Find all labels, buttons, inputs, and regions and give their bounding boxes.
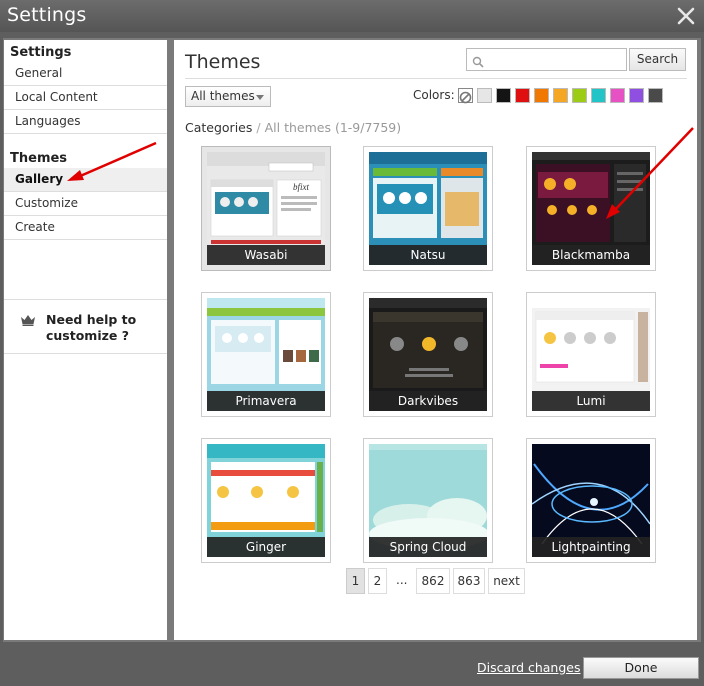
color-swatch[interactable] (534, 88, 549, 103)
breadcrumb-separator: / (256, 120, 261, 135)
color-swatch[interactable] (591, 88, 606, 103)
theme-name: Natsu (369, 245, 487, 265)
theme-name: Primavera (207, 391, 325, 411)
color-swatch[interactable] (477, 88, 492, 103)
sidebar-spacer (4, 240, 167, 300)
color-swatch[interactable] (610, 88, 625, 103)
sidebar: Settings General Local Content Languages… (4, 40, 167, 640)
color-swatch[interactable] (648, 88, 663, 103)
no-color-swatch[interactable] (458, 88, 473, 104)
theme-card-lightpainting[interactable]: Lightpainting (526, 438, 656, 563)
color-swatch[interactable] (553, 88, 568, 103)
sidebar-item-local-content[interactable]: Local Content (4, 86, 167, 110)
theme-card-blackmamba[interactable]: Blackmamba (526, 146, 656, 271)
theme-card-darkvibes[interactable]: Darkvibes (363, 292, 493, 417)
theme-name: Wasabi (207, 245, 325, 265)
theme-filter-value: All themes (191, 89, 255, 103)
crown-icon (20, 314, 36, 329)
theme-name: Spring Cloud (369, 537, 487, 557)
theme-card-lumi[interactable]: Lumi (526, 292, 656, 417)
color-swatch[interactable] (496, 88, 511, 103)
no-color-icon (459, 91, 472, 104)
theme-name: Lumi (532, 391, 650, 411)
sidebar-item-languages[interactable]: Languages (4, 110, 167, 134)
theme-name: Lightpainting (532, 537, 650, 557)
theme-card-spring-cloud[interactable]: Spring Cloud (363, 438, 493, 563)
breadcrumb-categories[interactable]: Categories (185, 120, 252, 135)
color-swatch[interactable] (629, 88, 644, 103)
search-input[interactable] (487, 51, 623, 68)
page-title: Themes (185, 51, 261, 73)
theme-name: Darkvibes (369, 391, 487, 411)
theme-name: Blackmamba (532, 245, 650, 265)
sidebar-heading-settings: Settings (10, 45, 72, 60)
done-button[interactable]: Done (583, 657, 699, 679)
pagination-ellipsis: ... (396, 573, 408, 587)
color-swatch[interactable] (572, 88, 587, 103)
colors-label: Colors: (413, 88, 455, 102)
breadcrumb: Categories / All themes (1-9/7759) (185, 120, 401, 135)
svg-text:bfixt: bfixt (293, 182, 309, 192)
search-field[interactable] (466, 48, 627, 71)
theme-name: Ginger (207, 537, 325, 557)
page-862-button[interactable]: 862 (416, 568, 450, 594)
next-page-button[interactable]: next (488, 568, 525, 594)
title-bar: Settings (0, 0, 704, 32)
breadcrumb-current: All themes (1-9/7759) (264, 120, 402, 135)
sidebar-item-customize[interactable]: Customize (4, 192, 167, 216)
theme-card-natsu[interactable]: Natsu (363, 146, 493, 271)
chevron-down-icon (256, 95, 264, 100)
header-divider (185, 78, 687, 79)
help-link[interactable]: Need help to customize ? (4, 300, 167, 354)
theme-card-wasabi[interactable]: bfixt Wasabi (201, 146, 331, 271)
theme-card-primavera[interactable]: Primavera (201, 292, 331, 417)
page-863-button[interactable]: 863 (453, 568, 485, 594)
search-icon (472, 53, 484, 72)
sidebar-item-general[interactable]: General (4, 62, 167, 86)
help-text: Need help to customize ? (46, 312, 137, 343)
main-panel: Themes Search All themes Colors: Categor… (174, 40, 697, 640)
theme-filter-dropdown[interactable]: All themes (185, 86, 271, 107)
page-1-button[interactable]: 1 (346, 568, 365, 594)
sidebar-heading-themes: Themes (10, 151, 68, 166)
window-title: Settings (7, 4, 87, 26)
color-swatch[interactable] (515, 88, 530, 103)
page-2-button: 2 (368, 568, 387, 594)
search-button[interactable]: Search (629, 48, 686, 71)
sidebar-item-create[interactable]: Create (4, 216, 167, 240)
discard-changes-link[interactable]: Discard changes (477, 660, 581, 675)
theme-card-ginger[interactable]: Ginger (201, 438, 331, 563)
close-icon[interactable] (674, 4, 698, 28)
sidebar-item-gallery[interactable]: Gallery (4, 168, 167, 192)
